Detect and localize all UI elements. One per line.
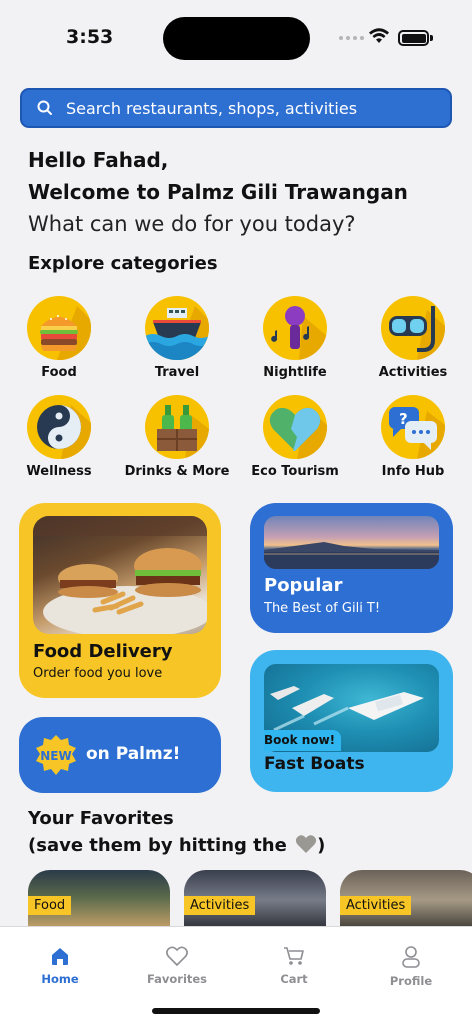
favorite-tag: Food: [28, 896, 72, 915]
category-activities[interactable]: Activities: [353, 296, 472, 380]
tab-label: Profile: [389, 974, 433, 988]
favorite-tag: Activities: [340, 896, 412, 915]
burger-photo: [33, 516, 207, 634]
new-badge-icon: NEW: [36, 735, 76, 775]
wifi-icon: [369, 28, 389, 43]
burger-icon: [27, 296, 91, 360]
favorites-hint: (save them by hitting the ): [28, 835, 326, 856]
fast-boats-card[interactable]: Book now! Fast Boats: [250, 650, 453, 792]
category-label: Drinks & More: [124, 464, 230, 479]
category-label: Activities: [378, 365, 448, 380]
category-nightlife[interactable]: Nightlife: [235, 296, 355, 380]
status-bar: 3:53: [0, 0, 472, 78]
tab-favorites[interactable]: Favorites: [127, 945, 227, 986]
favorite-card[interactable]: Activities: [184, 870, 326, 930]
categories-heading: Explore categories: [28, 253, 218, 274]
dynamic-island: [163, 17, 310, 60]
person-icon: [402, 946, 420, 968]
category-wellness[interactable]: Wellness: [0, 395, 119, 479]
bottles-icon: [145, 395, 209, 459]
category-info-hub[interactable]: ? Info Hub: [353, 395, 472, 479]
book-now-badge: Book now!: [264, 730, 342, 751]
category-label: Info Hub: [381, 464, 445, 479]
heart-icon: [295, 835, 317, 853]
food-delivery-title: Food Delivery: [33, 641, 173, 662]
tab-home[interactable]: Home: [10, 945, 110, 986]
sunset-photo: [264, 516, 439, 569]
battery-icon: [398, 30, 429, 46]
tab-profile[interactable]: Profile: [361, 945, 461, 988]
chat-question-icon: ?: [381, 395, 445, 459]
leaf-heart-icon: [263, 395, 327, 459]
category-label: Eco Tourism: [251, 464, 339, 479]
search-icon: [37, 100, 52, 115]
new-badge-text: NEW: [40, 749, 71, 763]
search-input[interactable]: [66, 98, 426, 118]
tab-label: Cart: [280, 972, 308, 986]
greeting-question: What can we do for you today?: [28, 212, 356, 236]
favorite-tag: Activities: [184, 896, 256, 915]
favorite-card[interactable]: Food: [28, 870, 170, 930]
ship-icon: [145, 296, 209, 360]
tab-label: Home: [41, 972, 79, 986]
home-indicator[interactable]: [152, 1008, 320, 1014]
cellular-signal-icon: [339, 36, 364, 40]
favorites-heading: Your Favorites: [28, 808, 174, 829]
category-food[interactable]: Food: [0, 296, 119, 380]
popular-title: Popular: [264, 575, 343, 596]
snorkel-mask-icon: [381, 296, 445, 360]
greeting-name: Hello Fahad,: [28, 148, 169, 172]
cart-icon: [284, 947, 304, 965]
tab-cart[interactable]: Cart: [244, 945, 344, 986]
status-time: 3:53: [66, 26, 114, 48]
food-delivery-card[interactable]: Food Delivery Order food you love: [19, 503, 221, 698]
category-travel[interactable]: Travel: [117, 296, 237, 380]
fast-boats-title: Fast Boats: [264, 754, 365, 774]
category-eco-tourism[interactable]: Eco Tourism: [235, 395, 355, 479]
category-label: Food: [41, 365, 77, 380]
heart-icon: [166, 946, 188, 967]
microphone-icon: [263, 296, 327, 360]
greeting-welcome: Welcome to Palmz Gili Trawangan: [28, 180, 408, 204]
yin-yang-icon: [27, 395, 91, 459]
category-drinks-more[interactable]: Drinks & More: [117, 395, 237, 479]
tab-label: Favorites: [146, 972, 208, 986]
new-on-palmz-text: on Palmz!: [86, 744, 181, 764]
popular-card[interactable]: Popular The Best of Gili T!: [250, 503, 453, 633]
favorite-card[interactable]: Activities: [340, 870, 472, 930]
popular-subtitle: The Best of Gili T!: [264, 601, 381, 616]
category-label: Nightlife: [263, 365, 327, 380]
food-delivery-subtitle: Order food you love: [33, 666, 163, 681]
home-icon: [52, 948, 68, 965]
category-label: Travel: [154, 365, 200, 380]
search-bar[interactable]: [20, 88, 452, 128]
category-label: Wellness: [26, 464, 92, 479]
svg-text:?: ?: [399, 410, 408, 428]
new-on-palmz-card[interactable]: NEW on Palmz!: [19, 717, 221, 793]
